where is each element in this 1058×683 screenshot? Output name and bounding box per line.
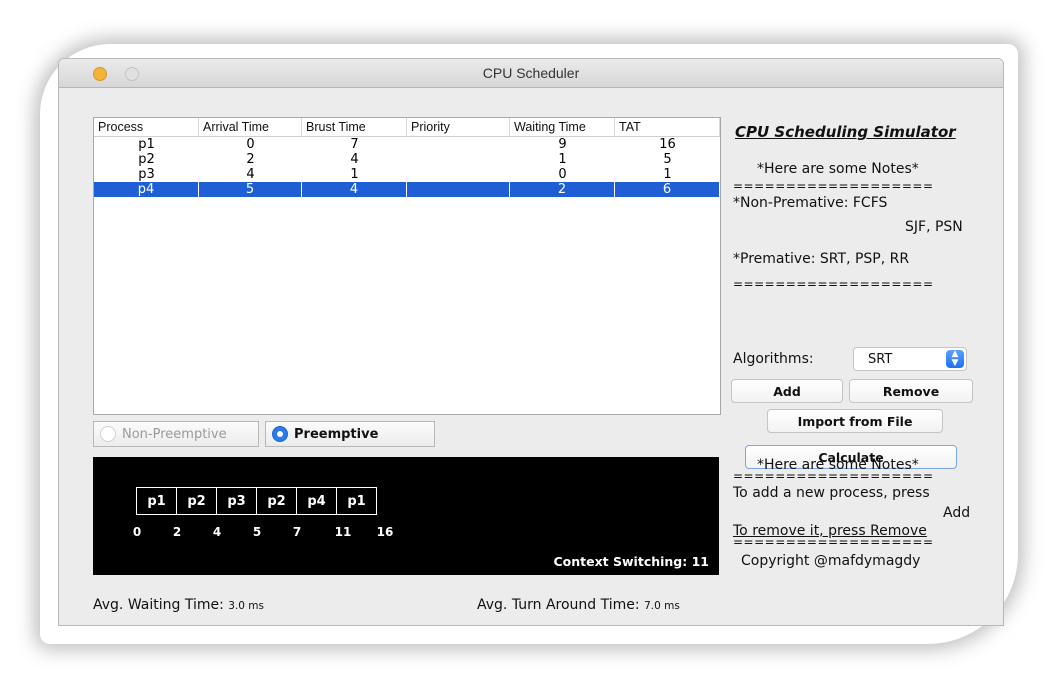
cell-waiting-time: 9 xyxy=(558,137,567,152)
avg-turnaround-time: Avg. Turn Around Time: 7.0 ms xyxy=(477,597,680,613)
cell-tat: 16 xyxy=(659,137,676,152)
column-header-burst-time[interactable]: Brust Time xyxy=(302,118,407,136)
cell-burst-time: 7 xyxy=(350,137,359,152)
cell-arrival-time: 4 xyxy=(246,167,255,182)
gantt-blocks: p1 p2 p3 p2 p4 p1 xyxy=(136,487,377,515)
chevron-up-down-icon: ▲ ▼ xyxy=(946,350,964,368)
gantt-block: p4 xyxy=(296,487,337,515)
cell-arrival-time: 5 xyxy=(199,182,302,197)
gantt-block: p2 xyxy=(176,487,217,515)
gantt-time-label: 2 xyxy=(172,525,182,539)
gantt-time-label: 0 xyxy=(132,525,142,539)
cell-burst-time: 4 xyxy=(350,152,359,167)
avg-tat-value: 7.0 ms xyxy=(644,600,680,612)
algorithm-select[interactable]: SRT ▲ ▼ xyxy=(853,347,967,371)
gantt-time-label: 7 xyxy=(292,525,302,539)
gantt-block: p1 xyxy=(136,487,177,515)
cell-burst-time: 1 xyxy=(350,167,359,182)
non-premative-note-cont: SJF, PSN xyxy=(905,219,963,235)
cell-priority xyxy=(407,182,510,197)
cell-priority xyxy=(407,167,510,182)
cell-burst-time: 4 xyxy=(302,182,407,197)
algorithm-selected-value: SRT xyxy=(868,351,893,367)
separator: =================== xyxy=(733,469,934,483)
cell-tat: 5 xyxy=(663,152,672,167)
import-from-file-button[interactable]: Import from File xyxy=(767,409,943,433)
context-switching-count: Context Switching: 11 xyxy=(553,554,710,569)
table-row[interactable]: p2 2 4 1 5 xyxy=(94,152,720,167)
cell-arrival-time: 2 xyxy=(246,152,255,167)
add-note: To add a new process, press xyxy=(733,485,930,501)
notes-heading: *Here are some Notes* xyxy=(757,161,919,177)
copyright-text: Copyright @mafdymagdy xyxy=(741,553,921,569)
gantt-block: p2 xyxy=(256,487,297,515)
non-premative-note: *Non-Premative: FCFS xyxy=(733,195,888,211)
column-header-process[interactable]: Process xyxy=(94,118,199,136)
preemptive-radio[interactable]: Preemptive xyxy=(265,421,435,447)
window-title: CPU Scheduler xyxy=(482,65,580,81)
avg-tat-label: Avg. Turn Around Time: xyxy=(477,597,640,613)
cell-tat: 1 xyxy=(663,167,672,182)
gantt-time-label: 11 xyxy=(334,525,352,539)
column-header-priority[interactable]: Priority xyxy=(407,118,510,136)
table-header: Process Arrival Time Brust Time Priority… xyxy=(94,118,720,137)
separator: =================== xyxy=(733,535,934,549)
cell-priority xyxy=(407,137,510,152)
cell-process: p2 xyxy=(138,152,155,167)
separator: =================== xyxy=(733,179,934,193)
cell-process: p1 xyxy=(138,137,155,152)
gantt-chart: p1 p2 p3 p2 p4 p1 0 2 4 5 7 11 16 Contex… xyxy=(93,457,719,575)
column-header-arrival-time[interactable]: Arrival Time xyxy=(199,118,302,136)
cell-waiting-time: 1 xyxy=(558,152,567,167)
separator: =================== xyxy=(733,277,934,291)
gantt-block: p3 xyxy=(216,487,257,515)
avg-waiting-label: Avg. Waiting Time: xyxy=(93,597,224,613)
app-window: CPU Scheduler Process Arrival Time Brust… xyxy=(58,58,1004,626)
gantt-time-label: 4 xyxy=(212,525,222,539)
premative-note: *Premative: SRT, PSP, RR xyxy=(733,251,910,267)
preemptive-label: Preemptive xyxy=(294,426,379,442)
cell-priority xyxy=(407,152,510,167)
avg-waiting-time: Avg. Waiting Time: 3.0 ms xyxy=(93,597,264,613)
column-header-tat[interactable]: TAT xyxy=(615,118,720,136)
panel-title: CPU Scheduling Simulator xyxy=(735,123,956,141)
cell-arrival-time: 0 xyxy=(246,137,255,152)
remove-button[interactable]: Remove xyxy=(849,379,973,403)
cell-waiting-time: 2 xyxy=(510,182,615,197)
table-row[interactable]: p3 4 1 0 1 xyxy=(94,167,720,182)
radio-unchecked-icon xyxy=(100,426,116,442)
gantt-time-label: 16 xyxy=(376,525,394,539)
gantt-block: p1 xyxy=(336,487,377,515)
radio-checked-icon xyxy=(272,426,288,442)
cell-process: p4 xyxy=(94,182,199,197)
avg-waiting-value: 3.0 ms xyxy=(228,600,265,612)
non-preemptive-label: Non-Preemptive xyxy=(122,426,227,442)
cell-tat: 6 xyxy=(615,182,720,197)
title-bar[interactable]: CPU Scheduler xyxy=(59,59,1003,88)
table-row-selected[interactable]: p4 5 4 2 6 xyxy=(94,182,720,197)
column-header-waiting-time[interactable]: Waiting Time xyxy=(510,118,615,136)
cell-waiting-time: 0 xyxy=(558,167,567,182)
cell-process: p3 xyxy=(138,167,155,182)
add-note-cont: Add xyxy=(943,505,971,521)
table-row[interactable]: p1 0 7 9 16 xyxy=(94,137,720,152)
gantt-time-label: 5 xyxy=(252,525,262,539)
algorithms-label: Algorithms: xyxy=(733,351,814,367)
process-table[interactable]: Process Arrival Time Brust Time Priority… xyxy=(93,117,721,415)
non-preemptive-radio[interactable]: Non-Preemptive xyxy=(93,421,259,447)
add-button[interactable]: Add xyxy=(731,379,843,403)
